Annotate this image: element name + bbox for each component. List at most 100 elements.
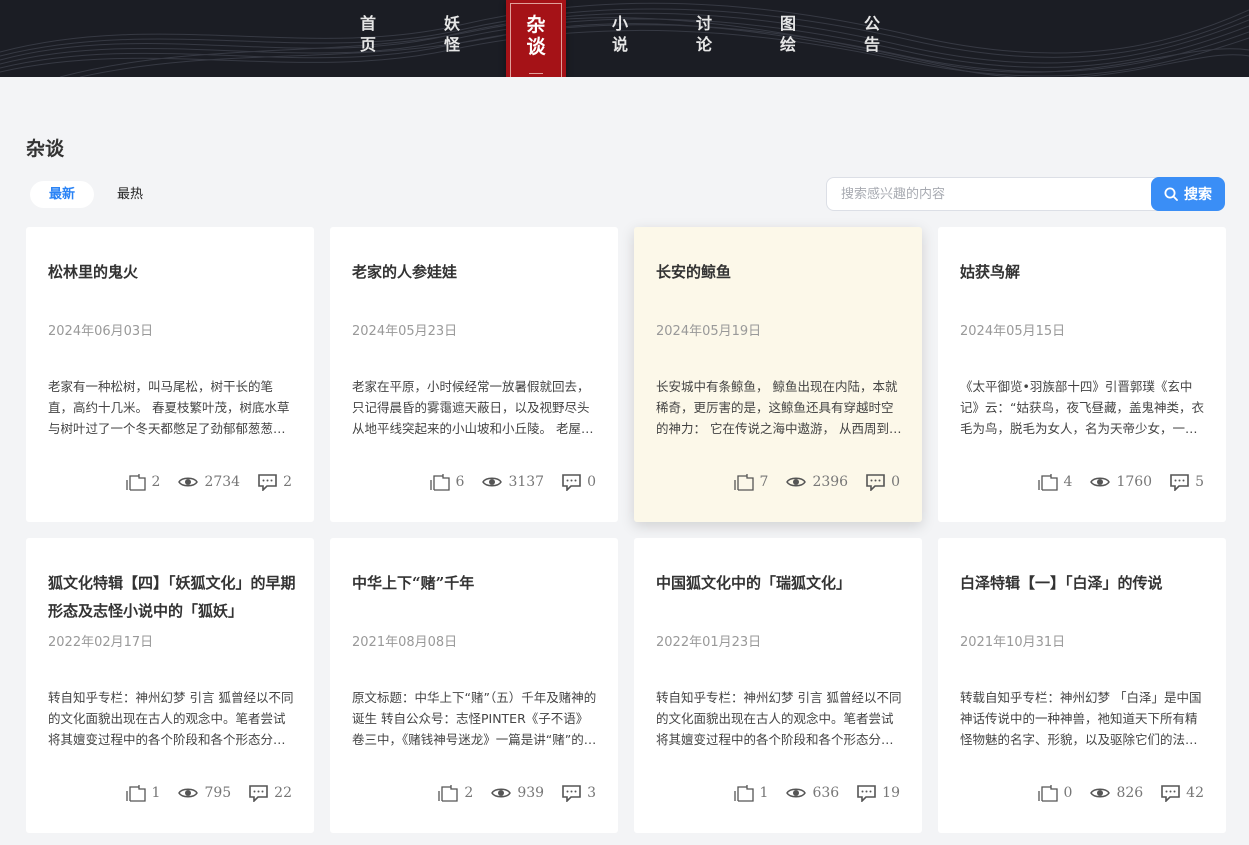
comment-stat[interactable]: 5 bbox=[1170, 473, 1204, 491]
card-excerpt: 转自知乎专栏：神州幻梦 引言 狐曾经以不同的文化面貌出现在古人的观念中。笔者尝试… bbox=[48, 690, 294, 747]
comment-icon bbox=[1161, 784, 1180, 802]
like-stat[interactable]: 1 bbox=[733, 784, 768, 802]
eye-icon bbox=[1090, 788, 1111, 798]
article-card[interactable]: 姑获鸟解 2024年05月15日 《太平御览•羽族部十四》引晋郭璞《玄中记》云：… bbox=[938, 227, 1226, 522]
article-card[interactable]: 白泽特辑【一】「白泽」的传说 2021年10月31日 转载自知乎专栏：神州幻梦 … bbox=[938, 538, 1226, 833]
comment-count: 0 bbox=[587, 474, 596, 490]
comment-count: 22 bbox=[274, 785, 292, 801]
nav-item-label: 首页 bbox=[359, 14, 376, 54]
comment-stat[interactable]: 0 bbox=[866, 473, 900, 491]
card-excerpt: 原文标题：中华上下“赌”（五）千年及赌神的诞生 转自公众号：志怪PINTER《子… bbox=[352, 690, 597, 747]
card-stats: 1 795 22 bbox=[108, 784, 292, 802]
comment-count: 19 bbox=[882, 785, 900, 801]
card-title[interactable]: 松林里的鬼火 bbox=[48, 258, 298, 286]
card-date: 2021年10月31日 bbox=[960, 635, 1066, 650]
search-icon bbox=[1164, 187, 1178, 201]
nav-item-label: 杂谈 bbox=[526, 14, 546, 58]
like-icon bbox=[429, 474, 450, 491]
card-excerpt: 转载自知乎专栏：神州幻梦 「白泽」是中国神话传说中的一种神兽，祂知道天下所有精怪… bbox=[960, 690, 1202, 747]
like-icon bbox=[1037, 785, 1058, 802]
like-count: 4 bbox=[1063, 474, 1073, 490]
comment-count: 3 bbox=[587, 785, 596, 801]
card-title[interactable]: 老家的人参娃娃 bbox=[352, 258, 602, 286]
nav-item-announcements[interactable]: 公告 bbox=[842, 0, 902, 77]
card-date: 2024年05月23日 bbox=[352, 324, 458, 339]
like-icon bbox=[1037, 474, 1058, 491]
eye-icon bbox=[786, 788, 807, 798]
eye-icon bbox=[1090, 477, 1111, 487]
like-count: 0 bbox=[1063, 785, 1073, 801]
card-date: 2024年05月15日 bbox=[960, 324, 1066, 339]
nav-item-monsters[interactable]: 妖怪 bbox=[422, 0, 482, 77]
tab-latest[interactable]: 最新 bbox=[30, 181, 94, 208]
article-card[interactable]: 松林里的鬼火 2024年06月03日 老家有一种松树，叫马尾松，树干长的笔直，高… bbox=[26, 227, 314, 522]
comment-icon bbox=[562, 473, 581, 491]
search-button[interactable]: 搜索 bbox=[1151, 177, 1225, 211]
view-stat: 636 bbox=[786, 785, 839, 801]
card-excerpt: 老家在平原，小时候经常一放暑假就回去，只记得晨昏的雾霭遮天蔽日，以及视野尽头从地… bbox=[352, 379, 594, 436]
card-stats: 0 826 42 bbox=[1020, 784, 1204, 802]
like-stat[interactable]: 0 bbox=[1037, 784, 1073, 802]
nav-item-illustrations[interactable]: 图绘 bbox=[758, 0, 818, 77]
article-card[interactable]: 老家的人参娃娃 2024年05月23日 老家在平原，小时候经常一放暑假就回去，只… bbox=[330, 227, 618, 522]
nav-item-label: 小说 bbox=[611, 14, 628, 54]
card-excerpt: 转自知乎专栏：神州幻梦 引言 狐曾经以不同的文化面貌出现在古人的观念中。笔者尝试… bbox=[656, 690, 902, 747]
article-card[interactable]: 中华上下“赌”千年 2021年08月08日 原文标题：中华上下“赌”（五）千年及… bbox=[330, 538, 618, 833]
card-title[interactable]: 白泽特辑【一】「白泽」的传说 bbox=[960, 569, 1210, 597]
card-title[interactable]: 长安的鲸鱼 bbox=[656, 258, 906, 286]
like-icon bbox=[125, 785, 146, 802]
comment-stat[interactable]: 22 bbox=[249, 784, 292, 802]
card-date: 2024年05月19日 bbox=[656, 324, 762, 339]
nav-item-label: 公告 bbox=[863, 14, 880, 54]
nav-item-home[interactable]: 首页 bbox=[338, 0, 398, 77]
nav-item-discussion[interactable]: 讨论 bbox=[674, 0, 734, 77]
comment-stat[interactable]: 19 bbox=[857, 784, 900, 802]
view-stat: 1760 bbox=[1090, 474, 1152, 490]
search-input[interactable] bbox=[826, 177, 1160, 211]
nav-item-misc-active[interactable]: 杂谈 bbox=[506, 0, 566, 77]
card-stats: 1 636 19 bbox=[716, 784, 900, 802]
card-title[interactable]: 中国狐文化中的「瑞狐文化」 bbox=[656, 569, 906, 597]
nav-item-novels[interactable]: 小说 bbox=[590, 0, 650, 77]
nav-item-label: 讨论 bbox=[695, 14, 712, 54]
search-bar: 搜索 bbox=[826, 177, 1225, 211]
card-stats: 2 2734 2 bbox=[108, 473, 292, 491]
like-stat[interactable]: 2 bbox=[125, 473, 160, 491]
like-stat[interactable]: 7 bbox=[733, 473, 769, 491]
tab-hot[interactable]: 最热 bbox=[98, 181, 162, 208]
view-count: 795 bbox=[204, 785, 232, 801]
header-bar: 首页 妖怪 杂谈 小说 讨论 图绘 公告 bbox=[0, 0, 1249, 77]
card-date: 2021年08月08日 bbox=[352, 635, 458, 650]
view-stat: 3137 bbox=[482, 474, 544, 490]
card-stats: 7 2396 0 bbox=[716, 473, 900, 491]
eye-icon bbox=[491, 788, 512, 798]
like-stat[interactable]: 6 bbox=[429, 473, 464, 491]
comment-icon bbox=[866, 473, 885, 491]
like-stat[interactable]: 4 bbox=[1037, 473, 1073, 491]
card-title[interactable]: 中华上下“赌”千年 bbox=[352, 569, 602, 597]
article-card[interactable]: 中国狐文化中的「瑞狐文化」 2022年01月23日 转自知乎专栏：神州幻梦 引言… bbox=[634, 538, 922, 833]
comment-count: 2 bbox=[283, 474, 292, 490]
like-icon bbox=[438, 785, 459, 802]
comment-icon bbox=[562, 784, 581, 802]
nav-item-label: 妖怪 bbox=[443, 14, 460, 54]
card-excerpt: 老家有一种松树，叫马尾松，树干长的笔直，高约十几米。 春夏枝繁叶茂，树底水草与树… bbox=[48, 379, 290, 436]
card-title[interactable]: 姑获鸟解 bbox=[960, 258, 1210, 286]
like-icon bbox=[733, 474, 754, 491]
card-title[interactable]: 狐文化特辑【四】「妖狐文化」的早期形态及志怪小说中的「狐妖」 bbox=[48, 569, 298, 625]
main-nav: 首页 妖怪 杂谈 小说 讨论 图绘 公告 bbox=[0, 0, 1249, 77]
like-stat[interactable]: 1 bbox=[125, 784, 160, 802]
article-card[interactable]: 长安的鲸鱼 2024年05月19日 长安城中有条鲸鱼， 鲸鱼出现在内陆，本就稀奇… bbox=[634, 227, 922, 522]
comment-icon bbox=[857, 784, 876, 802]
comment-stat[interactable]: 0 bbox=[562, 473, 596, 491]
comment-count: 0 bbox=[891, 474, 900, 490]
card-stats: 2 939 3 bbox=[420, 784, 596, 802]
comment-stat[interactable]: 2 bbox=[258, 473, 292, 491]
comment-stat[interactable]: 42 bbox=[1161, 784, 1204, 802]
like-stat[interactable]: 2 bbox=[438, 784, 473, 802]
search-button-label: 搜索 bbox=[1184, 187, 1212, 203]
comment-stat[interactable]: 3 bbox=[562, 784, 596, 802]
like-count: 7 bbox=[759, 474, 769, 490]
eye-icon bbox=[178, 477, 199, 487]
article-card[interactable]: 狐文化特辑【四】「妖狐文化」的早期形态及志怪小说中的「狐妖」 2022年02月1… bbox=[26, 538, 314, 833]
